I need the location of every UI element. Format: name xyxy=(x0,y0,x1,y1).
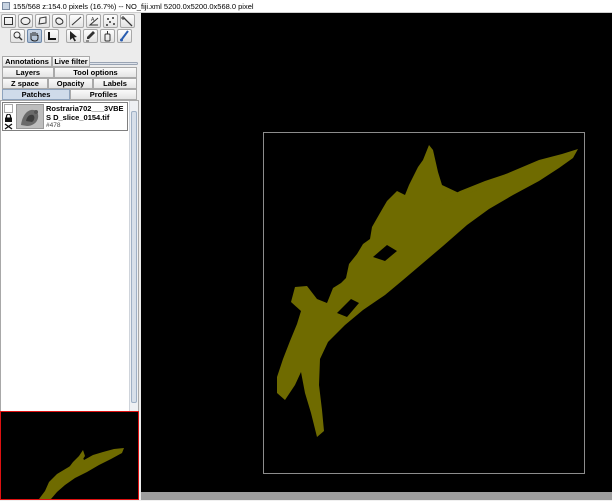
tab-labels[interactable]: Labels xyxy=(93,78,137,89)
tab-patches[interactable]: Patches xyxy=(2,89,70,100)
polygon-select-icon xyxy=(38,16,47,25)
vertical-scrollbar[interactable] xyxy=(129,101,138,413)
line-tool-icon xyxy=(71,16,82,26)
polygon-select-tool[interactable] xyxy=(35,14,50,28)
link-icon[interactable] xyxy=(4,123,14,130)
canvas-view xyxy=(263,132,585,474)
dropper-tool[interactable] xyxy=(44,29,59,43)
horizontal-scrollbar[interactable] xyxy=(141,492,612,500)
tab-z-space[interactable]: Z space xyxy=(2,78,48,89)
oval-select-tool[interactable] xyxy=(18,14,33,28)
patch-row[interactable]: Rostraria702___3VBES D_slice_0154.tif #4… xyxy=(2,102,128,131)
wand-tool-icon xyxy=(121,16,133,27)
pen-tool[interactable] xyxy=(100,29,115,43)
visibility-checkbox-icon[interactable] xyxy=(4,104,14,114)
lock-icon[interactable] xyxy=(4,114,14,122)
navigator-minimap[interactable] xyxy=(0,411,139,500)
patch-name: Rostraria702___3VBES D_slice_0154.tif xyxy=(46,104,124,122)
tab-profiles[interactable]: Profiles xyxy=(70,89,137,100)
patch-thumbnail xyxy=(16,104,44,129)
brush-tool-icon xyxy=(120,30,129,42)
pen-tool-icon xyxy=(104,31,111,42)
line-tool[interactable] xyxy=(69,14,84,28)
display-canvas[interactable] xyxy=(141,13,612,492)
patch-shape xyxy=(277,145,578,437)
point-tool[interactable] xyxy=(103,14,118,28)
tab-live-filter[interactable]: Live filter xyxy=(52,56,90,67)
hand-tool[interactable] xyxy=(27,29,42,43)
wand-tool[interactable] xyxy=(120,14,135,28)
dropper-tool-icon xyxy=(48,32,56,40)
pencil-tool[interactable] xyxy=(83,29,98,43)
tab-tool-options[interactable]: Tool options xyxy=(54,67,137,78)
oval-select-icon xyxy=(20,17,31,25)
rectangle-select-tool[interactable] xyxy=(1,14,16,28)
patch-id: #478 xyxy=(46,122,61,129)
hand-tool-icon xyxy=(30,32,39,42)
select-tool-icon xyxy=(70,31,77,42)
point-tool-icon xyxy=(106,17,115,26)
tab-layers[interactable]: Layers xyxy=(2,67,54,78)
window-title: 155/568 z:154.0 pixels (16.7%) -- NO_fij… xyxy=(13,2,254,11)
rectangle-select-icon xyxy=(4,17,13,25)
angle-tool-icon: A xyxy=(88,17,99,26)
select-tool[interactable] xyxy=(66,29,81,43)
tab-opacity[interactable]: Opacity xyxy=(48,78,93,89)
patch-thumbnail-image xyxy=(17,105,43,128)
freehand-select-tool[interactable] xyxy=(52,14,67,28)
left-panel: A Annotations Live filter Layers Tool op… xyxy=(0,13,141,500)
zoom-tool-icon xyxy=(13,31,23,41)
scrollbar-thumb[interactable] xyxy=(131,111,137,403)
brush-tool[interactable] xyxy=(117,29,132,43)
pencil-tool-icon xyxy=(86,31,95,42)
navigator-view xyxy=(39,448,124,499)
freehand-select-icon xyxy=(55,17,64,25)
svg-text:A: A xyxy=(91,17,95,23)
zoom-tool[interactable] xyxy=(10,29,25,43)
patch-list[interactable]: Rostraria702___3VBES D_slice_0154.tif #4… xyxy=(0,100,139,414)
angle-tool[interactable]: A xyxy=(86,14,101,28)
app-icon xyxy=(2,2,10,10)
title-bar: 155/568 z:154.0 pixels (16.7%) -- NO_fij… xyxy=(0,0,612,13)
tab-annotations[interactable]: Annotations xyxy=(2,56,52,67)
